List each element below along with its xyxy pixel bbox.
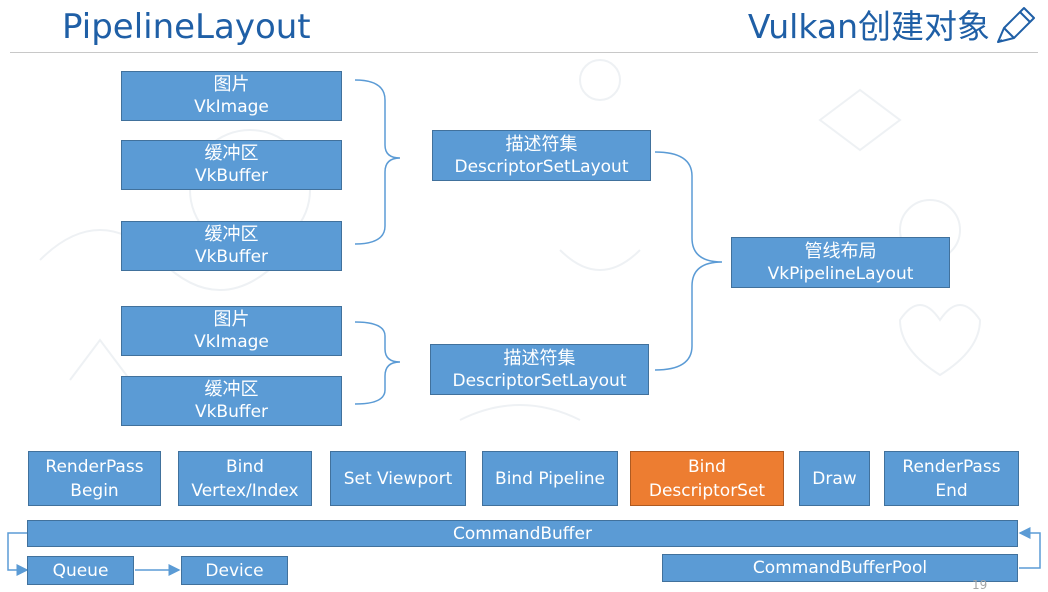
resource-image-1-en: VkImage [194, 97, 269, 117]
queue: Queue [27, 556, 134, 585]
resource-buffer-3-en: VkBuffer [194, 402, 269, 422]
resource-buffer-1: 缓冲区 VkBuffer [121, 140, 342, 190]
cmd-set-viewport: Set Viewport [330, 451, 466, 506]
resource-image-2-zh: 图片 [213, 309, 250, 330]
command-buffer-pool: CommandBufferPool [662, 554, 1018, 582]
resource-buffer-3-zh: 缓冲区 [204, 379, 259, 400]
cmd-set-viewport-line1: Set Viewport [343, 468, 453, 489]
cmd-bind-descriptorset-line1: Bind [688, 456, 726, 477]
cmd-renderpass-begin-line1: RenderPass [45, 456, 144, 477]
descriptor-set-layout-1: 描述符集 DescriptorSetLayout [432, 130, 651, 181]
slide: PipelineLayout Vulkan创建对象 图片 VkImage 缓冲区… [0, 0, 1048, 592]
bracket-resources-set2 [354, 321, 401, 405]
bracket-resources-set1 [354, 79, 401, 245]
pipeline-layout-en: VkPipelineLayout [767, 263, 914, 284]
command-buffer: CommandBuffer [27, 520, 1018, 547]
device-label: Device [205, 560, 264, 581]
cmd-draw: Draw [799, 451, 870, 506]
cmd-renderpass-begin: RenderPass Begin [28, 451, 161, 506]
device: Device [181, 556, 288, 585]
resource-buffer-2-zh: 缓冲区 [204, 224, 259, 245]
resource-buffer-3: 缓冲区 VkBuffer [121, 376, 342, 426]
descriptor-set-layout-2-zh: 描述符集 [503, 347, 576, 369]
descriptor-set-layout-1-zh: 描述符集 [505, 133, 578, 155]
resource-image-1: 图片 VkImage [121, 71, 342, 121]
cmd-bind-vertex-index-line2: Vertex/Index [191, 480, 299, 501]
descriptor-set-layout-1-en: DescriptorSetLayout [454, 156, 629, 177]
resource-image-2: 图片 VkImage [121, 306, 342, 356]
cmd-bind-descriptorset: Bind DescriptorSet [630, 451, 784, 506]
queue-label: Queue [52, 560, 109, 581]
descriptor-set-layout-2-en: DescriptorSetLayout [452, 370, 627, 391]
command-buffer-label: CommandBuffer [453, 523, 592, 544]
resource-image-2-en: VkImage [194, 332, 269, 352]
bracket-sets-pipeline [654, 151, 723, 371]
resource-buffer-2-en: VkBuffer [194, 247, 269, 267]
cmd-bind-vertex-index: Bind Vertex/Index [178, 451, 312, 506]
cmd-bind-vertex-index-line1: Bind [226, 456, 264, 477]
loop-commandbuffer-queue [7, 532, 29, 576]
cmd-renderpass-end-line2: End [935, 480, 968, 501]
pipeline-layout-zh: 管线布局 [804, 240, 877, 262]
cmd-renderpass-end: RenderPass End [884, 451, 1019, 506]
resource-buffer-1-en: VkBuffer [194, 166, 269, 186]
pipeline-layout: 管线布局 VkPipelineLayout [731, 237, 950, 288]
cmd-draw-line1: Draw [812, 468, 857, 489]
resource-image-1-zh: 图片 [213, 74, 250, 95]
cmd-bind-pipeline-line1: Bind Pipeline [495, 468, 605, 489]
cmd-bind-pipeline: Bind Pipeline [482, 451, 618, 506]
cmd-bind-descriptorset-line2: DescriptorSet [648, 480, 766, 501]
command-buffer-pool-label: CommandBufferPool [752, 558, 928, 578]
loop-pool-commandbuffer [1018, 527, 1041, 569]
cmd-renderpass-end-line1: RenderPass [902, 456, 1001, 477]
resource-buffer-2: 缓冲区 VkBuffer [121, 221, 342, 271]
descriptor-set-layout-2: 描述符集 DescriptorSetLayout [430, 344, 649, 395]
cmd-renderpass-begin-line2: Begin [70, 480, 119, 501]
resource-buffer-1-zh: 缓冲区 [204, 143, 259, 164]
page-number: 19 [972, 578, 988, 592]
